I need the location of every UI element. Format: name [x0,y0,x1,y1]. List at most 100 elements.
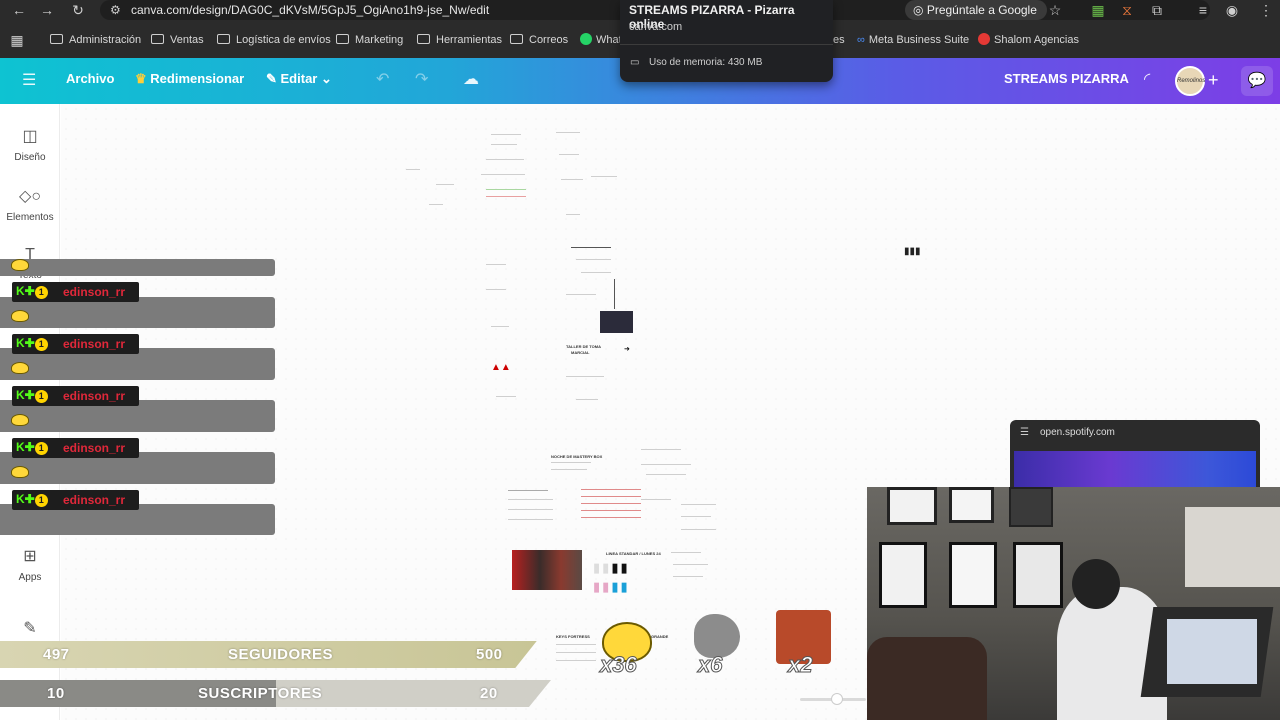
reload-icon[interactable]: ↻ [67,0,89,20]
site-info-icon[interactable]: ⚙ [110,3,121,17]
bookmark-label: What [596,34,622,46]
reaction-fish: x6 [692,612,742,678]
redimensionar-button[interactable]: ♛ Redimensionar [135,71,244,87]
subscribers-goal-bar: 10 SUSCRIPTORES 20 [0,680,551,707]
followers-goal-bar: 497 SEGUIDORES 500 [0,641,540,668]
pikachu-avatar-icon [11,259,29,271]
site-settings-icon: ☰ [1020,427,1029,438]
bookmark-label: Meta Business Suite [868,34,970,46]
bookmark-ventas[interactable]: Ventas [151,32,204,48]
canvas-line [561,179,583,180]
editar-button[interactable]: ✎ Editar ⌄ [266,71,332,87]
canvas-line [641,449,681,450]
forward-icon[interactable]: → [36,0,58,20]
canvas-line [551,462,591,463]
shalom-icon [978,33,990,45]
folder-icon [510,34,523,44]
comment-icon[interactable]: 💬 [1241,66,1273,96]
ask-google-button[interactable]: ◎ Pregúntale a Google [905,0,1047,20]
apps-grid-icon[interactable]: ▦ [6,30,28,50]
bookmark-administracion[interactable]: Administración [50,32,141,48]
tab-hover-card: STREAMS PIZARRA - Pizarra online canva.c… [620,0,833,82]
back-icon[interactable]: ← [8,0,30,20]
kick-badges: K✚ 1 [16,492,48,507]
canvas-line [681,516,711,517]
bookmark-herramientas[interactable]: Herramientas [417,32,502,48]
badge-count: 1 [34,390,48,403]
bookmark-label: Ventas [170,34,204,46]
zoom-slider[interactable] [800,693,866,705]
canvas-line [556,660,596,661]
canvas-line [486,264,506,265]
canvas-line [581,510,641,511]
pikachu-avatar-icon [11,310,29,322]
kick-badges: K✚ 1 [16,336,48,351]
canvas-text: LINEA STANDAR / LUNES 24 [606,551,661,556]
editar-label: Editar [280,71,318,86]
sidebar-item-diseno[interactable]: ◫ Diseño [0,126,60,163]
sidebar-label: Apps [18,572,42,583]
bookmark-whatsapp[interactable]: What [580,32,622,48]
badge-count: 1 [34,442,48,455]
person-head [1072,559,1120,609]
chat-message-bar [0,259,275,276]
wall-frame [887,487,937,525]
avatar[interactable]: Remolinos [1175,66,1205,96]
extensions-puzzle-icon[interactable]: ⧉ [1146,0,1168,20]
menu-lines-icon[interactable]: ≡ [1192,0,1214,20]
followers-current: 497 [43,646,70,663]
canvas-shape: ▲▲ [491,362,511,373]
bookmark-correos[interactable]: Correos [510,32,568,48]
canvas-line [508,519,553,520]
folder-icon [151,34,164,44]
shapes-icon: ◇○ [19,188,41,205]
star-icon[interactable]: ☆ [1044,0,1066,20]
bookmark-shalom[interactable]: Shalom Agencias [978,32,1079,48]
extension-icon[interactable]: ▦ [1087,0,1109,20]
sidebar-item-elementos[interactable]: ◇○ Elementos [0,186,60,223]
reaction-pikachu: x36 [598,618,656,678]
kick-sub-icon: ✚ [24,284,35,298]
extension-icon-2[interactable]: ⧖ [1116,0,1138,20]
cloud-saved-icon[interactable]: ☁ [463,69,479,89]
undo-icon[interactable]: ↶ [376,69,389,89]
archivo-menu[interactable]: Archivo [66,71,114,86]
bookmark-logistica[interactable]: Logística de envíos [217,32,331,48]
canvas-line [681,504,716,505]
wall-frame [879,542,927,608]
zoom-slider-knob[interactable] [831,693,843,705]
tab-domain: canva.com [629,21,683,33]
memory-icon: ▭ [630,57,640,68]
lens-icon: ◎ [913,3,927,17]
webcam-feed [867,487,1280,720]
folder-icon [336,34,349,44]
wall-frame [1013,542,1063,608]
profile-icon[interactable]: ◉ [1221,0,1243,20]
kick-sub-icon: ✚ [24,440,35,454]
chevron-down-icon: ⌄ [317,71,332,86]
pikachu-avatar-icon [11,466,29,478]
laptop-screen [1167,619,1257,684]
canvas-line [406,169,420,170]
canvas-line [646,474,686,475]
canvas-line [481,174,525,175]
bookmark-meta[interactable]: ∞ Meta Business Suite [857,32,969,48]
sidebar-item-apps[interactable]: ⊞ Apps [0,546,60,583]
bookmark-marketing[interactable]: Marketing [336,32,403,48]
reaction-count: x6 [697,652,723,678]
canvas-line [486,196,526,197]
project-title[interactable]: STREAMS PIZARRA [1004,71,1129,86]
followers-label: SEGUIDORES [228,646,334,663]
loading-spinner-icon: ◜ [1144,71,1151,88]
canvas-line [581,272,611,273]
hamburger-menu-icon[interactable]: ☰ [22,70,36,90]
redo-icon[interactable]: ↷ [415,69,428,89]
arrow-icon: ➜ [624,346,630,353]
spotify-mini-player[interactable]: ☰ open.spotify.com [1010,420,1260,488]
badge-count: 1 [34,286,48,299]
crown-icon: ♛ [135,71,151,86]
add-collaborator-icon[interactable]: + [1208,70,1219,91]
bookmark-partial[interactable]: es [833,32,845,48]
more-menu-icon[interactable]: ⋮ [1255,0,1277,20]
canvas-line [576,259,611,260]
